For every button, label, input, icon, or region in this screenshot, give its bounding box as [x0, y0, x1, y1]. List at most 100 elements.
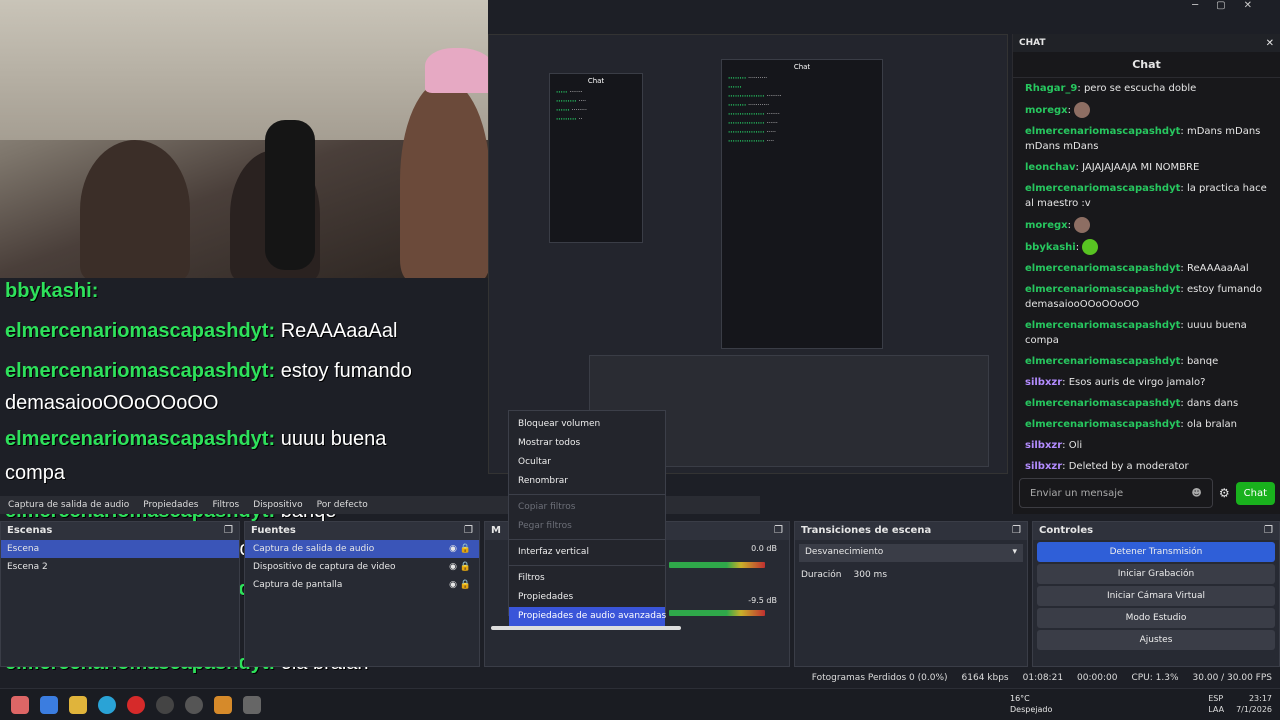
eye-icon[interactable]: ◉ 🔒	[449, 544, 471, 554]
chat-message-list[interactable]: Rhagar_9: pero se escucha doble moregx: e…	[1013, 78, 1280, 477]
menu-item[interactable]: Filtros	[509, 569, 665, 588]
stream-preview[interactable]: Chat ····· ······· ········· ···· ······…	[488, 34, 1008, 474]
chat-username[interactable]: elmercenariomascapashdyt	[1025, 356, 1180, 367]
device-label: Dispositivo	[253, 500, 303, 510]
weather-widget[interactable]: 16°C Despejado	[1010, 693, 1052, 715]
clock[interactable]: 23:17 7/1/2026	[1236, 693, 1272, 715]
menu-item: Copiar filtros	[518, 502, 576, 512]
system-tray: ESP LAA 23:17 7/1/2026	[1208, 693, 1272, 715]
volume-meter	[669, 610, 765, 616]
chat-username[interactable]: elmercenariomascapashdyt	[1025, 419, 1180, 430]
folder-icon[interactable]	[69, 695, 87, 714]
app-icon[interactable]	[40, 695, 58, 714]
maximize-button[interactable]: ▢	[1216, 0, 1225, 14]
chat-text: ola bralan	[1186, 419, 1237, 430]
source-row[interactable]: Dispositivo de captura de video ◉ 🔒	[245, 558, 479, 576]
chat-username[interactable]: elmercenariomascapashdyt	[1025, 320, 1180, 331]
menu-item[interactable]: Renombrar	[509, 472, 665, 491]
source-row[interactable]: Captura de salida de audio ◉ 🔒	[245, 540, 479, 558]
source-label: Dispositivo de captura de video	[253, 562, 396, 572]
chat-username[interactable]: moregx	[1025, 105, 1068, 116]
duration-input[interactable]: 300 ms	[854, 570, 888, 580]
nested-chat-large-title: Chat	[793, 63, 811, 71]
minimize-button[interactable]: ─	[1192, 0, 1198, 14]
weather-temp: 16°C	[1010, 694, 1030, 703]
app-icon[interactable]	[11, 695, 29, 714]
chat-username[interactable]: silbxzr	[1025, 461, 1062, 472]
chat-send-button[interactable]: Chat	[1235, 481, 1275, 505]
chat-username[interactable]: elmercenariomascapashdyt	[1025, 263, 1180, 274]
overlay-chat-line: elmercenariomascapashdyt: ReAAAaaAal	[5, 320, 397, 343]
properties-button[interactable]: Propiedades	[143, 500, 198, 510]
chat-username[interactable]: Rhagar_9	[1025, 83, 1077, 94]
start-virtual-camera-button[interactable]: Iniciar Cámara Virtual	[1037, 586, 1275, 606]
menu-item[interactable]: Bloquear volumen	[509, 415, 665, 434]
lang-code: ESP	[1208, 694, 1224, 703]
chat-username[interactable]: leonchav	[1025, 162, 1076, 173]
menu-item[interactable]: Interfaz vertical	[509, 543, 665, 562]
controls-header: Controles ❐	[1033, 522, 1279, 540]
chat-username[interactable]: elmercenariomascapashdyt	[1025, 284, 1180, 295]
overlay-chat-line: elmercenariomascapashdyt: uuuu buena	[5, 428, 386, 451]
close-icon[interactable]: ✕	[1266, 38, 1274, 49]
chat-username[interactable]: elmercenariomascapashdyt	[1025, 398, 1180, 409]
menu-item[interactable]: Ocultar	[509, 453, 665, 472]
nested-line: ········· ··	[556, 116, 583, 123]
emote-picker-icon[interactable]: ☻	[1191, 488, 1201, 499]
chat-username[interactable]: elmercenariomascapashdyt	[1025, 183, 1180, 194]
clock-time: 23:17	[1248, 694, 1272, 703]
settings-button[interactable]: Ajustes	[1037, 630, 1275, 650]
menu-item[interactable]: Propiedades	[509, 588, 665, 607]
volume-slider[interactable]	[491, 626, 681, 630]
menu-item[interactable]: Propiedades de audio avanzadas	[509, 607, 666, 626]
chat-username[interactable]: moregx	[1025, 220, 1068, 231]
source-row[interactable]: Captura de pantalla ◉ 🔒	[245, 576, 479, 594]
settings-icon[interactable]	[243, 695, 261, 714]
opera-icon[interactable]	[127, 695, 145, 714]
app-icon[interactable]	[214, 695, 232, 714]
media-icon[interactable]	[185, 695, 203, 714]
chat-username[interactable]: silbxzr	[1025, 440, 1062, 451]
transition-select[interactable]: Desvanecimiento ▾	[799, 544, 1023, 562]
transitions-dock: Transiciones de escena ❐ Desvanecimiento ▾…	[794, 521, 1028, 667]
overlay-chat-line: elmercenariomascapashdyt: estoy fumando	[5, 360, 412, 383]
eye-icon[interactable]: ◉ 🔒	[449, 562, 471, 572]
undock-icon[interactable]: ❐	[464, 525, 473, 537]
eye-icon[interactable]: ◉ 🔒	[449, 580, 471, 590]
stop-streaming-button[interactable]: Detener Transmisión	[1037, 542, 1275, 562]
device-select[interactable]: Por defecto	[317, 500, 368, 510]
chat-username[interactable]: silbxzr	[1025, 377, 1062, 388]
menu-separator	[509, 539, 665, 540]
menu-item[interactable]: Mostrar todos	[509, 434, 665, 453]
chat-username[interactable]: elmercenariomascapashdyt	[1025, 126, 1180, 137]
window-controls: ─ ▢ ✕	[1192, 0, 1280, 14]
webcam-pink-hat	[425, 48, 488, 93]
undock-icon[interactable]: ❐	[774, 525, 783, 537]
chat-message: silbxzr: Esos auris de virgo jamalo?	[1025, 377, 1206, 388]
language-indicator[interactable]: ESP LAA	[1208, 693, 1224, 715]
undock-icon[interactable]: ❐	[1264, 525, 1273, 537]
filters-button[interactable]: Filtros	[212, 500, 239, 510]
browser-icon[interactable]	[98, 695, 116, 714]
obs-icon[interactable]	[156, 695, 174, 714]
undock-icon[interactable]: ❐	[224, 525, 233, 537]
scene-item[interactable]: Escena 2	[1, 558, 239, 576]
overlay-chat-line: compa	[5, 462, 65, 485]
chat-message: leonchav: JAJAJAJAAJA MI NOMBRE	[1025, 162, 1200, 173]
chat-input[interactable]: Enviar un mensaje ☻	[1019, 478, 1213, 508]
taskbar: 16°C Despejado ESP LAA 23:17 7/1/2026	[0, 688, 1280, 720]
chat-text: ReAAAaaAal	[1186, 263, 1249, 274]
undock-icon[interactable]: ❐	[1012, 525, 1021, 537]
bitrate: 6164 kbps	[961, 673, 1009, 683]
nested-line: ······	[728, 84, 742, 91]
chat-username[interactable]: bbykashi	[1025, 242, 1076, 253]
scene-item[interactable]: Escena	[1, 540, 239, 558]
sources-header: Fuentes ❐	[245, 522, 479, 540]
chat-dock-header: CHAT ✕	[1013, 34, 1280, 52]
studio-mode-button[interactable]: Modo Estudio	[1037, 608, 1275, 628]
nested-line: ······ ········	[556, 107, 587, 114]
close-button[interactable]: ✕	[1244, 0, 1252, 14]
overlay-chat-line: bbykashi:	[5, 280, 98, 303]
start-recording-button[interactable]: Iniciar Grabación	[1037, 564, 1275, 584]
gear-icon[interactable]: ⚙	[1219, 486, 1230, 500]
